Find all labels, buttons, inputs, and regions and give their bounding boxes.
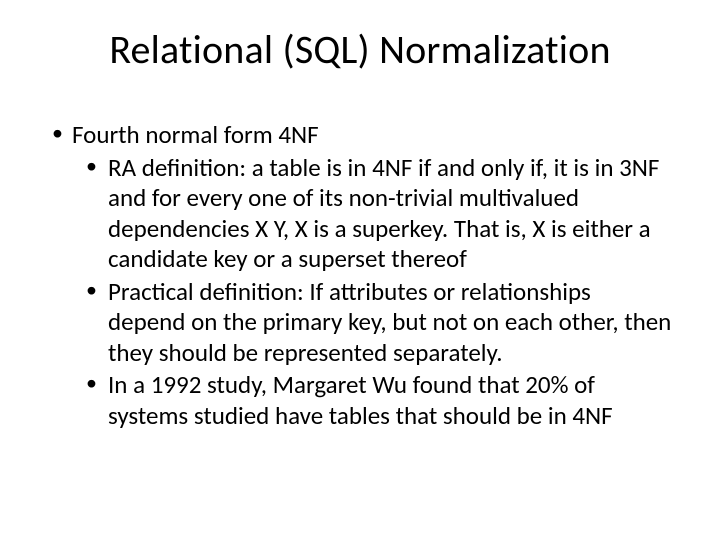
bullet-text: RA definition: a table is in 4NF if and …	[108, 152, 659, 275]
bullet-text: Fourth normal form 4NF	[72, 119, 319, 150]
bullet-text: Practical definition: If attributes or r…	[108, 276, 671, 368]
bullet-text: In a 1992 study, Margaret Wu found that …	[108, 369, 613, 431]
list-item: RA definition: a table is in 4NF if and …	[72, 153, 672, 275]
list-item: In a 1992 study, Margaret Wu found that …	[72, 370, 672, 431]
slide-title: Relational (SQL) Normalization	[48, 28, 672, 72]
slide: Relational (SQL) Normalization Fourth no…	[0, 0, 720, 540]
list-item: Fourth normal form 4NF RA definition: a …	[48, 120, 672, 431]
list-item: Practical definition: If attributes or r…	[72, 277, 672, 369]
bullet-list-level2: RA definition: a table is in 4NF if and …	[72, 153, 672, 432]
bullet-list-level1: Fourth normal form 4NF RA definition: a …	[48, 120, 672, 431]
